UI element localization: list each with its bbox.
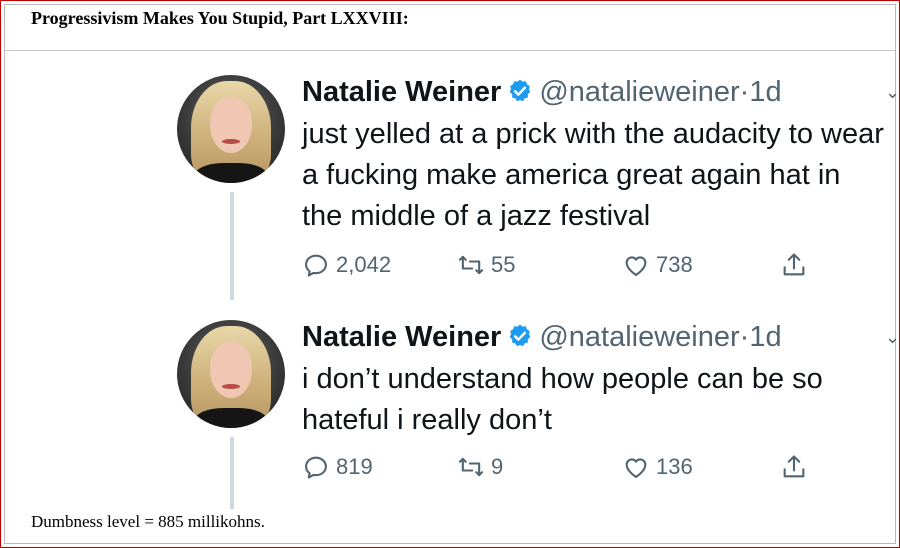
tweet-text: just yelled at a prick with the audacity…: [302, 118, 884, 232]
verified-badge-icon: [510, 324, 531, 347]
separator-dot: ·: [739, 321, 750, 353]
like-count: 738: [656, 252, 693, 277]
retweet-icon: [458, 255, 484, 275]
reply-icon: [305, 456, 327, 479]
retweet-button[interactable]: 9: [457, 453, 503, 481]
thread-connector: [230, 437, 234, 509]
caret-down-icon[interactable]: ⌄: [885, 82, 900, 103]
like-icon: [625, 458, 647, 478]
tweet-header: Natalie Weiner @natalieweiner·1d: [302, 74, 782, 110]
share-icon: [783, 253, 805, 276]
like-button[interactable]: 136: [622, 453, 693, 481]
thread-connector: [230, 192, 234, 300]
display-name[interactable]: Natalie Weiner: [302, 76, 501, 108]
post-headline: Progressivism Makes You Stupid, Part LXX…: [31, 8, 409, 28]
retweet-button[interactable]: 55: [457, 251, 515, 279]
share-button[interactable]: [780, 453, 814, 481]
retweet-count: 9: [491, 454, 504, 479]
reply-icon: [305, 254, 327, 277]
reply-button[interactable]: 819: [302, 453, 373, 481]
separator-dot: ·: [739, 76, 750, 108]
tweet-header: Natalie Weiner @natalieweiner·1d: [302, 319, 782, 355]
reply-count: 2,042: [336, 252, 392, 277]
share-button[interactable]: [780, 251, 814, 279]
reply-count: 819: [336, 454, 373, 479]
retweet-count: 55: [491, 252, 516, 277]
reply-button[interactable]: 2,042: [302, 251, 391, 279]
post-footer: Dumbness level = 885 millikohns.: [31, 512, 265, 531]
like-icon: [625, 256, 647, 276]
share-icon: [783, 455, 805, 478]
timestamp[interactable]: 1d: [749, 321, 781, 353]
avatar[interactable]: [177, 75, 285, 183]
timestamp[interactable]: 1d: [749, 76, 781, 108]
header-divider: [5, 50, 895, 51]
display-name[interactable]: Natalie Weiner: [302, 321, 501, 353]
verified-badge-icon: [510, 79, 531, 102]
like-count: 136: [656, 454, 693, 479]
like-button[interactable]: 738: [622, 251, 693, 279]
avatar[interactable]: [177, 320, 285, 428]
retweet-icon: [458, 457, 484, 477]
user-handle[interactable]: @natalieweiner: [539, 321, 739, 353]
user-handle[interactable]: @natalieweiner: [539, 76, 739, 108]
tweet-text: i don’t understand how people can be so …: [302, 363, 823, 436]
caret-down-icon[interactable]: ⌄: [885, 327, 900, 348]
